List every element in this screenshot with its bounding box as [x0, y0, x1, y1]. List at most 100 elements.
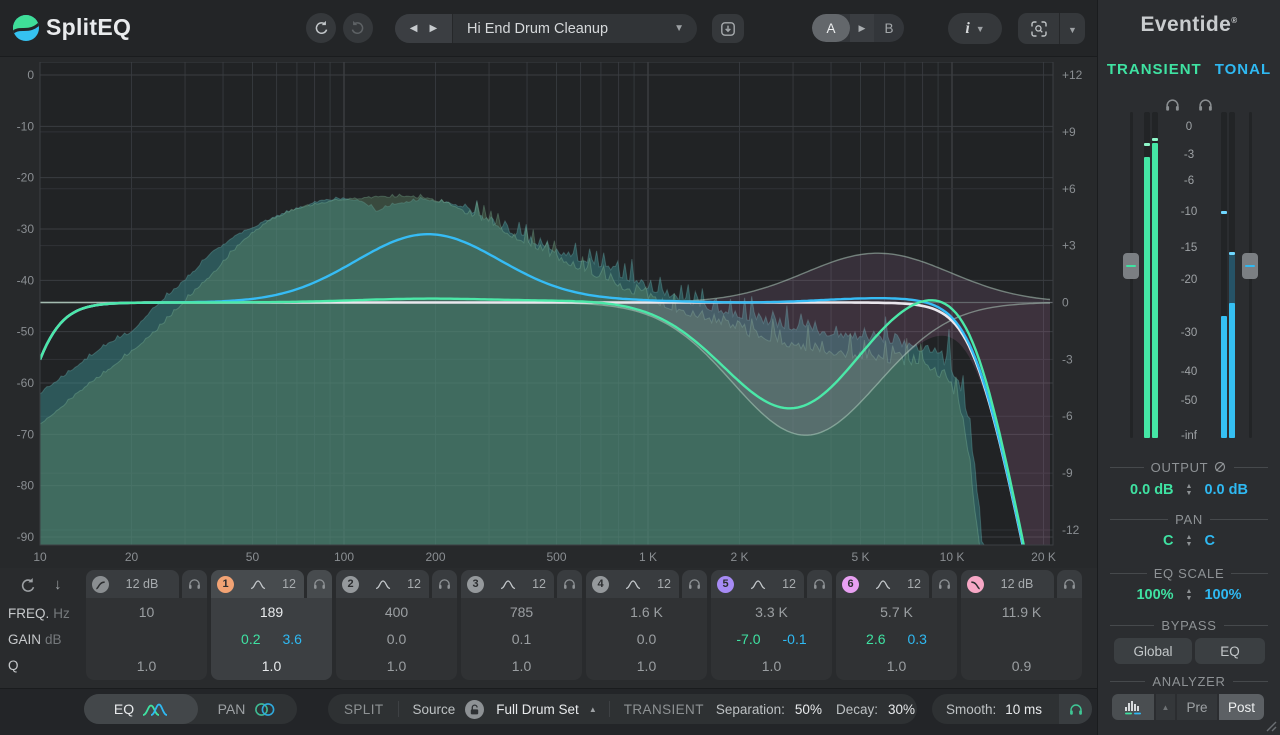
band-solo-button[interactable] — [432, 570, 457, 598]
info-button[interactable]: i ▼ — [948, 13, 1002, 44]
band-q-value[interactable]: 1.0 — [711, 653, 832, 680]
ab-copy-button[interactable]: ▶ — [850, 14, 874, 42]
band-slope[interactable]: 12 dB — [988, 577, 1046, 591]
band-column-6[interactable]: 6 12 5.7 K 2.6 0.3 1.0 — [836, 570, 957, 680]
eq-view-button[interactable]: EQ — [84, 694, 198, 724]
window-scale-caret[interactable]: ▼ — [1060, 20, 1085, 38]
band-freq-value[interactable]: 5.7 K — [836, 598, 957, 625]
band-solo-button[interactable] — [807, 570, 832, 598]
output-tonal-value[interactable]: 0.0 dB — [1204, 482, 1256, 498]
band-column-2[interactable]: 2 12 400 0.0 1.0 — [336, 570, 457, 680]
band-slope[interactable]: 12 — [407, 577, 421, 591]
band-q-value[interactable]: 1.0 — [211, 653, 332, 680]
band-slope[interactable]: 12 — [532, 577, 546, 591]
band-gain-value[interactable] — [961, 625, 1082, 652]
preset-next-button[interactable]: ▶ — [430, 23, 438, 34]
band-header[interactable]: 5 12 — [711, 570, 804, 598]
band-freq-value[interactable]: 1.6 K — [586, 598, 707, 625]
pan-view-button[interactable]: PAN — [198, 694, 297, 724]
tonal-gain-fader[interactable] — [1242, 253, 1258, 279]
ab-b-button[interactable]: B — [874, 14, 904, 42]
collapse-strip-icon[interactable]: ↓ — [54, 576, 62, 593]
band-q-value[interactable]: 0.9 — [961, 653, 1082, 680]
band-solo-button[interactable] — [182, 570, 207, 598]
band-q-value[interactable]: 1.0 — [461, 653, 582, 680]
band-solo-button[interactable] — [1057, 570, 1082, 598]
eq-graph[interactable]: 0-10-20-30-40-50-60-70-80-90+12+9+6+30-3… — [0, 62, 1097, 567]
band-slope[interactable]: 12 — [782, 577, 796, 591]
preset-caret-icon[interactable]: ▼ — [674, 23, 697, 34]
band-slope[interactable]: 12 — [657, 577, 671, 591]
pan-transient-value[interactable]: C — [1122, 533, 1174, 549]
transient-audition-button[interactable] — [1059, 694, 1092, 724]
band-slope[interactable]: 12 dB — [113, 577, 171, 591]
band-gain-value[interactable]: 0.1 — [461, 625, 582, 652]
save-preset-button[interactable] — [712, 14, 744, 43]
analyzer-post-button[interactable]: Post — [1219, 694, 1264, 720]
tab-tonal[interactable]: TONAL — [1215, 61, 1271, 78]
band-solo-button[interactable] — [307, 570, 332, 598]
ab-a-button[interactable]: A — [812, 14, 850, 42]
band-gain-value[interactable]: 0.0 — [586, 625, 707, 652]
window-resize-handle[interactable] — [1263, 718, 1277, 732]
band-header[interactable]: 2 12 — [336, 570, 429, 598]
band-header[interactable]: 1 12 — [211, 570, 304, 598]
preset-selector[interactable]: ◀ ▶ Hi End Drum Cleanup ▼ — [395, 14, 697, 43]
eq-scale-tonal-value[interactable]: 100% — [1204, 587, 1256, 603]
band-column-1[interactable]: 1 12 189 0.2 3.6 1.0 — [211, 570, 332, 680]
band-header[interactable]: 6 12 — [836, 570, 929, 598]
pan-link-stepper[interactable]: ▲▼ — [1186, 534, 1193, 548]
band-gain-value[interactable]: -7.0 -0.1 — [711, 625, 832, 652]
analyzer-pre-button[interactable]: Pre — [1177, 694, 1217, 720]
separation-value[interactable]: 50% — [795, 702, 822, 717]
band-gain-value[interactable]: 0.2 3.6 — [211, 625, 332, 652]
band-q-value[interactable]: 1.0 — [836, 653, 957, 680]
band-freq-value[interactable]: 10 — [86, 598, 207, 625]
redo-button[interactable] — [343, 13, 373, 43]
band-freq-value[interactable]: 3.3 K — [711, 598, 832, 625]
band-gain-value[interactable] — [86, 625, 207, 652]
band-gain-value[interactable]: 2.6 0.3 — [836, 625, 957, 652]
bypass-global-button[interactable]: Global — [1114, 638, 1192, 664]
eq-scale-transient-value[interactable]: 100% — [1122, 587, 1174, 603]
band-column-highcut[interactable]: 12 dB 11.9 K 0.9 — [961, 570, 1082, 680]
band-slope[interactable]: 12 — [282, 577, 296, 591]
band-solo-button[interactable] — [557, 570, 582, 598]
eq-scale-link-stepper[interactable]: ▲▼ — [1186, 588, 1193, 602]
source-lock-button[interactable] — [465, 700, 484, 719]
window-scale-button[interactable] — [1018, 13, 1060, 44]
band-freq-value[interactable]: 11.9 K — [961, 598, 1082, 625]
analyzer-toggle-button[interactable] — [1112, 694, 1154, 720]
band-freq-value[interactable]: 189 — [211, 598, 332, 625]
band-q-value[interactable]: 1.0 — [586, 653, 707, 680]
source-caret-icon[interactable]: ▲ — [589, 705, 597, 714]
band-column-4[interactable]: 4 12 1.6 K 0.0 1.0 — [586, 570, 707, 680]
undo-button[interactable] — [306, 13, 336, 43]
transient-gain-fader[interactable] — [1123, 253, 1139, 279]
reset-bands-icon[interactable] — [19, 577, 36, 594]
band-header[interactable]: 12 dB — [961, 570, 1054, 598]
band-freq-value[interactable]: 785 — [461, 598, 582, 625]
analyzer-up-button[interactable]: ▲ — [1156, 694, 1175, 720]
band-column-5[interactable]: 5 12 3.3 K -7.0 -0.1 1.0 — [711, 570, 832, 680]
transient-solo-icon[interactable] — [1165, 98, 1180, 112]
band-slope[interactable]: 12 — [907, 577, 921, 591]
band-header[interactable]: 4 12 — [586, 570, 679, 598]
source-preset-select[interactable]: Full Drum Set — [496, 702, 579, 717]
band-q-value[interactable]: 1.0 — [336, 653, 457, 680]
decay-value[interactable]: 30% — [888, 702, 915, 717]
band-column-lowcut[interactable]: 12 dB 10 1.0 — [86, 570, 207, 680]
preset-name[interactable]: Hi End Drum Cleanup — [453, 21, 674, 37]
band-solo-button[interactable] — [932, 570, 957, 598]
band-column-3[interactable]: 3 12 785 0.1 1.0 — [461, 570, 582, 680]
band-header[interactable]: 3 12 — [461, 570, 554, 598]
tonal-solo-icon[interactable] — [1198, 98, 1213, 112]
output-transient-value[interactable]: 0.0 dB — [1122, 482, 1174, 498]
pan-tonal-value[interactable]: C — [1204, 533, 1256, 549]
band-header[interactable]: 12 dB — [86, 570, 179, 598]
output-link-stepper[interactable]: ▲▼ — [1186, 483, 1193, 497]
preset-prev-button[interactable]: ◀ — [410, 23, 418, 34]
band-q-value[interactable]: 1.0 — [86, 653, 207, 680]
band-solo-button[interactable] — [682, 570, 707, 598]
tab-transient[interactable]: TRANSIENT — [1107, 61, 1202, 78]
